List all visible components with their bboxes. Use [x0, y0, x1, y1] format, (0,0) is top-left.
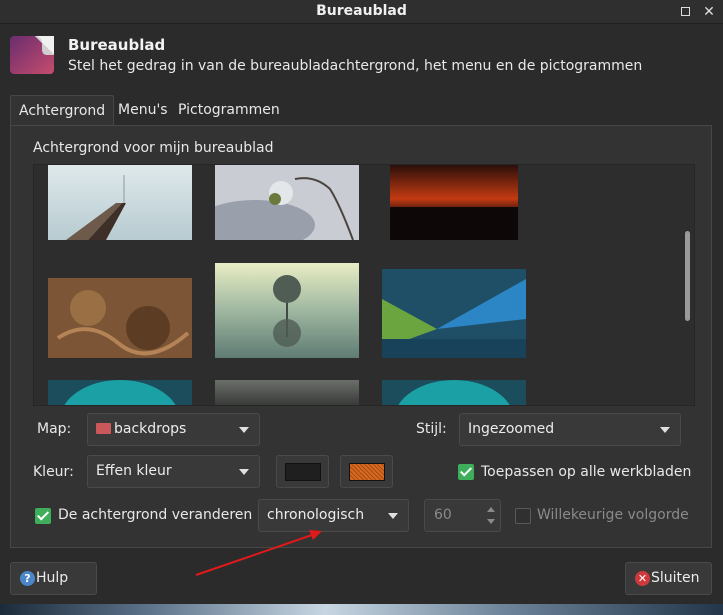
maximize-button[interactable]: [676, 3, 694, 21]
folder-value: backdrops: [114, 421, 187, 437]
tab-pictogrammen[interactable]: Pictogrammen: [170, 95, 288, 125]
interval-spinbutton[interactable]: 60: [424, 499, 501, 532]
wallpaper-thumbnail-railway-fog[interactable]: [48, 165, 192, 240]
folder-label: Map:: [37, 421, 72, 437]
close-icon: ✕: [703, 4, 715, 20]
close-button[interactable]: ✕ Sluiten: [625, 562, 712, 595]
tab-menus[interactable]: Menu's: [110, 95, 176, 125]
chevron-down-icon: [660, 427, 670, 433]
window-titlebar[interactable]: Bureaublad ✕: [0, 0, 723, 24]
primary-color-swatch: [285, 463, 321, 481]
wallpaper-thumbnail-carved-stone[interactable]: [48, 278, 192, 358]
style-value: Ingezoomed: [468, 421, 555, 437]
header-title: Bureaublad: [68, 36, 166, 54]
color-mode-value: Effen kleur: [96, 463, 172, 479]
wallpaper-thumbnail-teal-circle-2[interactable]: [382, 380, 526, 406]
chevron-down-icon: [239, 427, 249, 433]
chevron-down-icon: [388, 513, 398, 519]
help-icon: ?: [20, 571, 35, 586]
change-background-checkbox[interactable]: [35, 508, 51, 524]
style-label: Stijl:: [416, 421, 447, 437]
style-combobox[interactable]: Ingezoomed: [459, 413, 681, 446]
close-icon: ✕: [635, 571, 650, 586]
desktop-settings-icon: [10, 36, 54, 74]
secondary-color-button[interactable]: [340, 455, 393, 488]
color-label: Kleur:: [33, 464, 74, 480]
folder-icon: [96, 423, 111, 434]
gallery-scrollbar[interactable]: [681, 165, 693, 405]
section-label: Achtergrond voor mijn bureaublad: [33, 140, 274, 156]
header-subtitle: Stel het gedrag in van de bureaubladacht…: [68, 58, 643, 74]
spin-down-icon[interactable]: [487, 519, 495, 524]
interval-mode-combobox[interactable]: chronologisch: [258, 499, 409, 532]
random-order-label[interactable]: Willekeurige volgorde: [537, 507, 689, 523]
color-mode-combobox[interactable]: Effen kleur: [87, 455, 260, 488]
apply-all-workspaces-checkbox[interactable]: [458, 464, 474, 480]
dialog-header: Bureaublad Stel het gedrag in van de bur…: [0, 25, 723, 85]
wallpaper-thumbnail-teal-abstract[interactable]: [382, 269, 526, 358]
desktop-background-strip: [0, 604, 723, 615]
random-order-checkbox[interactable]: [515, 508, 531, 524]
close-window-button[interactable]: ✕: [700, 3, 718, 21]
maximize-icon: [680, 7, 690, 16]
wallpaper-thumbnail-dark-gradient[interactable]: [215, 380, 359, 406]
wallpaper-thumbnail-tree-reflection[interactable]: [215, 263, 359, 358]
wallpaper-thumbnail-teal-circle-1[interactable]: [48, 380, 192, 406]
primary-color-button[interactable]: [276, 455, 329, 488]
help-button-label: Hulp: [36, 570, 69, 586]
close-button-label: Sluiten: [651, 570, 700, 586]
wallpaper-thumbnail-frost-plant[interactable]: [215, 165, 359, 240]
change-background-label[interactable]: De achtergrond veranderen: [58, 507, 252, 523]
wallpaper-gallery[interactable]: [33, 164, 695, 406]
help-button[interactable]: ? Hulp: [10, 562, 97, 595]
apply-all-workspaces-label[interactable]: Toepassen op alle werkbladen: [481, 464, 691, 480]
interval-value: 60: [434, 507, 452, 523]
background-tab-panel: Achtergrond voor mijn bureaublad Map: ba…: [10, 125, 712, 548]
tab-achtergrond[interactable]: Achtergrond: [10, 95, 115, 127]
gallery-scrollbar-thumb[interactable]: [685, 231, 690, 321]
wallpaper-thumbnail-sunset[interactable]: [390, 165, 518, 240]
secondary-color-swatch: [349, 463, 385, 481]
spin-up-icon[interactable]: [487, 507, 495, 512]
interval-mode-value: chronologisch: [267, 507, 365, 523]
folder-combobox[interactable]: backdrops: [87, 413, 260, 446]
chevron-down-icon: [239, 469, 249, 475]
window-title: Bureaublad: [316, 3, 407, 19]
